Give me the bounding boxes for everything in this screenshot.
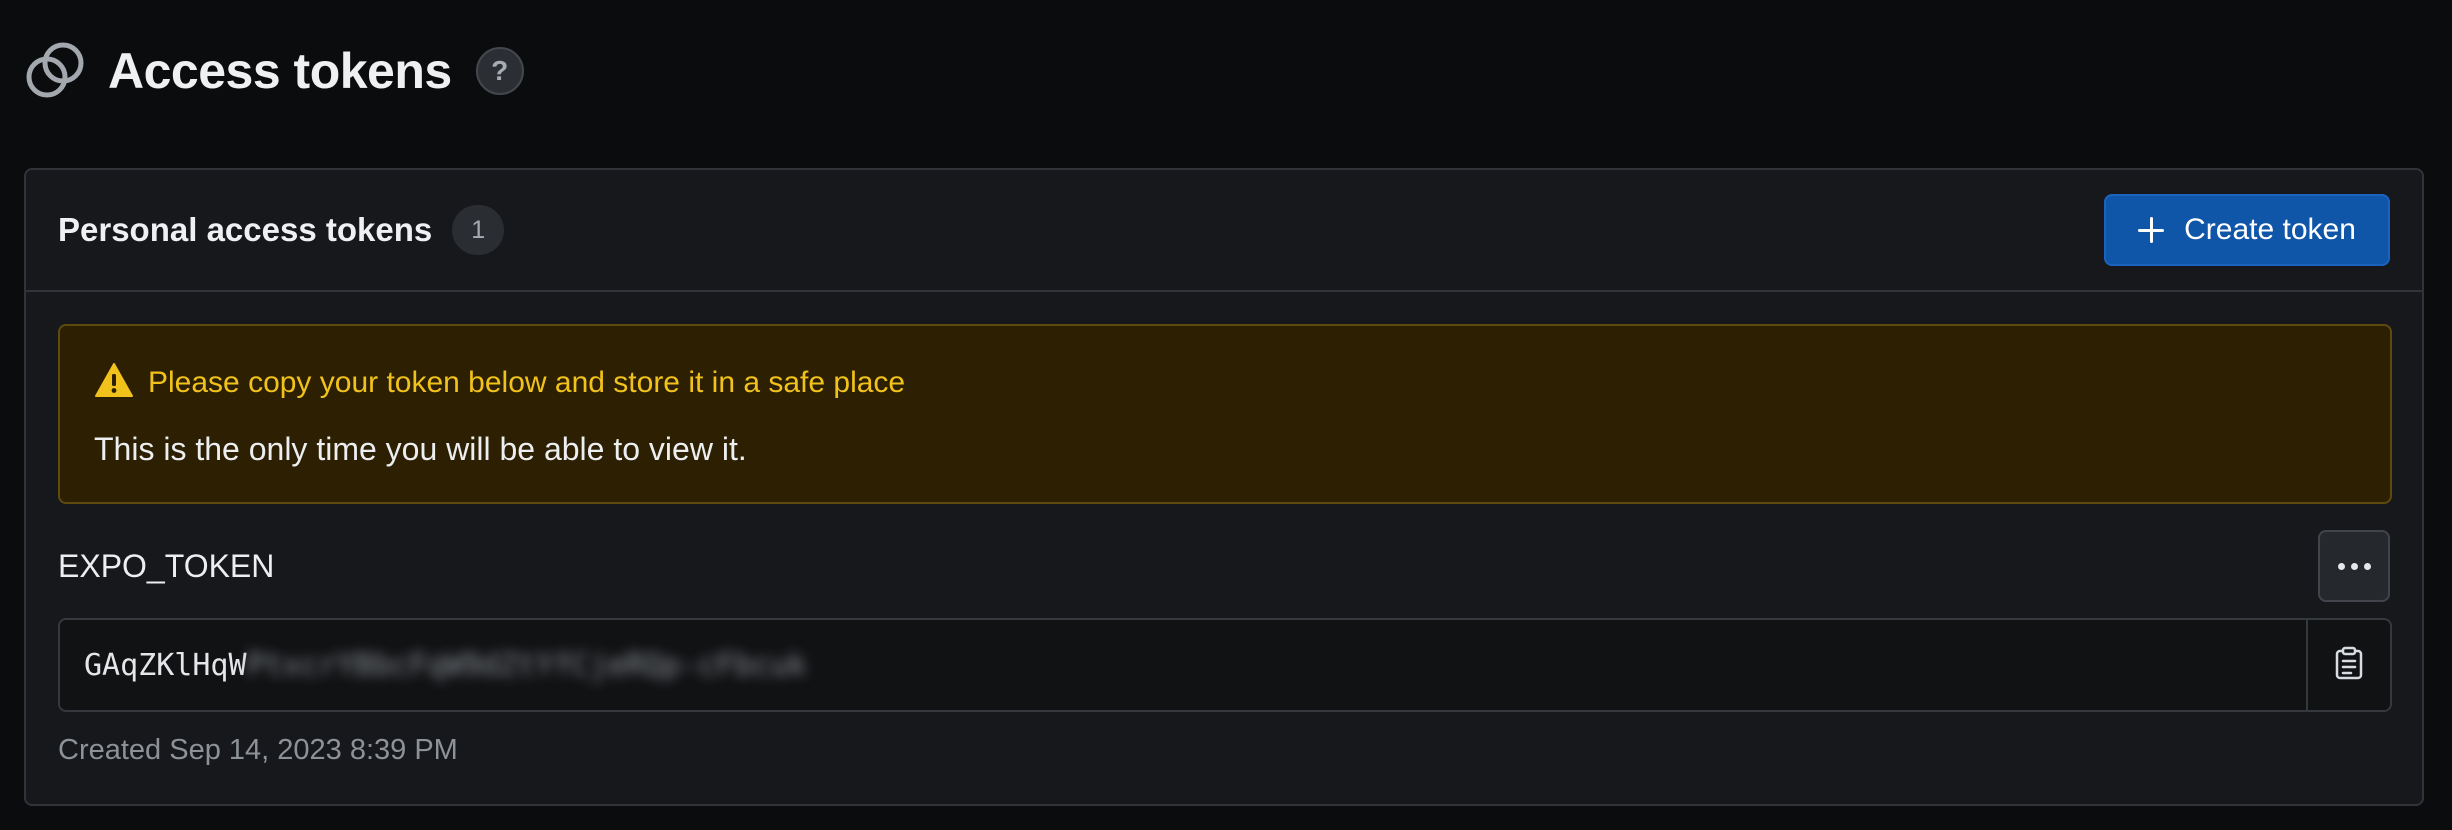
panel-header: Personal access tokens 1 Create token <box>26 170 2422 292</box>
question-icon[interactable]: ? <box>475 47 524 95</box>
token-redacted-part: PtxcrYBbcFqW9dZtYfCjeRQp-cFbcuk <box>246 647 807 683</box>
page-header: Access tokens ? <box>24 36 524 106</box>
copy-token-button[interactable] <box>2306 620 2390 710</box>
warning-message: This is the only time you will be able t… <box>94 431 747 467</box>
plus-icon <box>2138 217 2165 243</box>
more-dot <box>2363 562 2371 570</box>
warning-icon <box>94 362 134 403</box>
token-more-options-button[interactable] <box>2318 530 2390 602</box>
token-visible-prefix: GAqZKlHqW <box>84 647 247 683</box>
more-dot <box>2350 562 2358 570</box>
page-title: Access tokens <box>108 43 452 99</box>
create-token-label: Create token <box>2184 213 2356 246</box>
tokens-panel: Personal access tokens 1 Create token Pl… <box>24 168 2424 806</box>
create-token-button[interactable]: Create token <box>2104 194 2390 266</box>
token-created-date: Created Sep 14, 2023 8:39 PM <box>58 734 458 766</box>
panel-title: Personal access tokens <box>58 211 433 248</box>
warning-title-row: Please copy your token below and store i… <box>94 362 2356 403</box>
more-dot <box>2337 562 2345 570</box>
clipboard-icon <box>2334 646 2364 685</box>
warning-title: Please copy your token below and store i… <box>148 365 906 399</box>
access-tokens-icon <box>24 39 88 103</box>
token-name: EXPO_TOKEN <box>58 548 275 584</box>
warning-callout: Please copy your token below and store i… <box>58 324 2392 504</box>
token-count-badge: 1 <box>452 205 505 255</box>
token-value[interactable]: GAqZKlHqW PtxcrYBbcFqW9dZtYfCjeRQp-cFbcu… <box>60 648 2306 683</box>
token-value-field[interactable]: GAqZKlHqW PtxcrYBbcFqW9dZtYfCjeRQp-cFbcu… <box>58 618 2392 712</box>
